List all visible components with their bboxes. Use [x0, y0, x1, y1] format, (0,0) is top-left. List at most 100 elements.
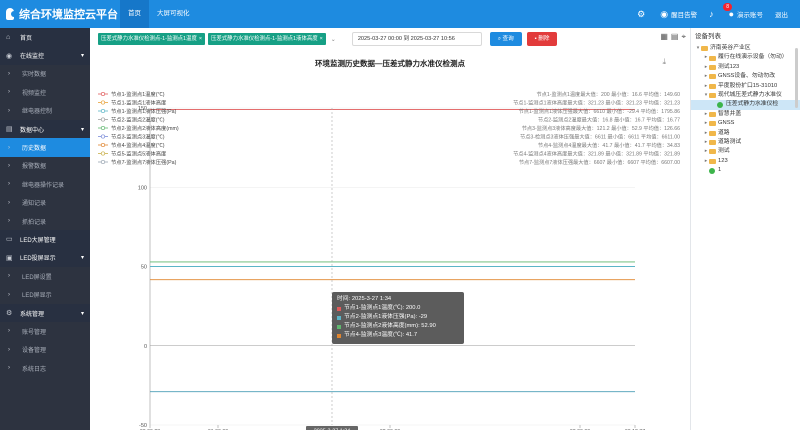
selected-tag[interactable]: 压差式静力水准仪检测点-1-监测点1温度 ×: [98, 33, 205, 45]
tooltip-row: 节点2-监测点1液体压强(Pa): -29: [337, 313, 459, 322]
selected-tag[interactable]: 压差式静力水准仪检测点-1-监测点1液体高度 ×: [208, 33, 326, 45]
chart-view-icon[interactable]: ▦: [660, 32, 668, 42]
history-chart[interactable]: -5005010015000:09:282025-03-2701:00:0020…: [90, 50, 690, 430]
app-logo[interactable]: 综合环境监控云平台: [0, 6, 118, 22]
sidebar-item[interactable]: › LED屏设置: [0, 267, 90, 285]
tree-node[interactable]: ▸ 平度股份扩口15-31010: [691, 82, 800, 91]
alarm-button[interactable]: ◉ 醒目告警: [660, 9, 697, 20]
tree-node-label: 平度股份扩口15-31010: [718, 82, 778, 89]
legend-swatch: [337, 315, 341, 320]
folder-icon: [709, 83, 716, 89]
monitor-icon: ◉: [6, 52, 13, 60]
stats-label: 节点1-监测点1液体高度最大值：321.23 最小值：321.23 平均值：32…: [513, 99, 680, 107]
legend-marker: [100, 117, 106, 122]
tree-node-label: 道路: [718, 129, 730, 136]
tree-node[interactable]: ▸ 123: [691, 157, 800, 166]
sidebar-item[interactable]: › 报警数据: [0, 157, 90, 175]
sidebar-item[interactable]: ⚙ 系统管理 ▾: [0, 303, 90, 323]
legend-label: 节点1-监测点1温度(℃): [111, 90, 165, 98]
chevron-down-icon: ▾: [80, 126, 84, 133]
legend-label: 节点1-监测点1液体高度: [111, 99, 167, 107]
logout-button[interactable]: 退出: [775, 9, 788, 19]
sidebar-item-label: 报警数据: [22, 164, 47, 171]
chevron-right-icon: ›: [8, 144, 10, 151]
stats-label: 节点4-监测点4液体高度最大值：321.89 最小值：321.89 平均值：32…: [513, 150, 680, 158]
top-nav-item[interactable]: 大屏可视化: [149, 0, 198, 28]
tree-node-label: 履行在线演示设备（勿动）: [718, 54, 788, 61]
legend-label: 节点5-监测点5液体高度: [111, 150, 167, 158]
notify-button[interactable]: ♪: [709, 9, 717, 19]
alarm-label: 醒目告警: [671, 12, 698, 19]
tree-node-label: 道路测试: [718, 138, 742, 145]
sidebar-item-label: 首页: [20, 35, 33, 42]
sidebar-item-label: LED屏显示: [22, 293, 52, 300]
sidebar-item[interactable]: › 历史数据: [0, 138, 90, 157]
query-button[interactable]: ⌕ 查询: [489, 32, 522, 46]
legend-marker: [100, 134, 106, 139]
close-icon[interactable]: ×: [199, 36, 202, 42]
tree-node[interactable]: ▸ 道路测试: [691, 138, 800, 147]
legend-marker: [100, 159, 106, 165]
sidebar-item[interactable]: › LED屏显示: [0, 285, 90, 303]
device-icon: [709, 167, 715, 174]
tree-node[interactable]: ▸ GNSS设备、勿动勿改: [691, 72, 800, 81]
close-icon[interactable]: ×: [320, 36, 323, 42]
sidebar-item[interactable]: › 通知记录: [0, 194, 90, 212]
chevron-right-icon: ›: [8, 273, 10, 280]
tree-node[interactable]: ▾ 现代城压差式静力水准仪: [691, 91, 800, 100]
tree-node[interactable]: ▾ 济南英谷产业区: [691, 44, 800, 53]
folder-icon: [701, 46, 708, 52]
delete-button[interactable]: ▪ 删除: [526, 32, 558, 46]
chevron-right-icon: ›: [8, 218, 10, 225]
sidebar-item[interactable]: ⌂ 首页: [0, 28, 90, 47]
sidebar-item[interactable]: ▤ 数据中心 ▾: [0, 119, 90, 139]
tag-label: 压差式静力水准仪检测点-1-监测点1液体高度: [211, 36, 318, 42]
sidebar-item[interactable]: › 视频监控: [0, 83, 90, 101]
sidebar-item[interactable]: › 设备管理: [0, 341, 90, 359]
sidebar-item[interactable]: ▣ LED投屏显示 ▾: [0, 248, 90, 268]
tree-node[interactable]: ▸ 智慧井盖: [691, 110, 800, 119]
top-nav-item[interactable]: 首页: [120, 0, 149, 28]
chevron-right-icon: ›: [8, 328, 10, 335]
y-tick-label: 0: [144, 344, 147, 350]
sidebar-item-label: 历史数据: [22, 146, 47, 153]
tree-node[interactable]: ▸ GNSS: [691, 119, 800, 128]
tree-node-label: 123: [718, 157, 728, 164]
cloud-icon: [6, 8, 17, 20]
gear-icon: ⚙: [637, 8, 646, 19]
sidebar-item[interactable]: ▭ LED大屏管理: [0, 230, 90, 249]
location-icon[interactable]: ⌖: [681, 32, 686, 42]
tree-node[interactable]: 1: [691, 166, 800, 175]
sidebar-item[interactable]: › 继电器操作记录: [0, 175, 90, 193]
user-menu[interactable]: ● 演示账号: [729, 9, 763, 19]
tree-node[interactable]: ▸ 测试: [691, 147, 800, 156]
sidebar-item[interactable]: › 实时数据: [0, 65, 90, 83]
legend-label: 节点7-监测点7液体压强(Pa): [111, 158, 177, 166]
tree-node[interactable]: ▸ 测试123: [691, 63, 800, 72]
sidebar-item[interactable]: ◉ 在线监控 ▾: [0, 46, 90, 65]
tree-node[interactable]: ▸ 履行在线演示设备（勿动）: [691, 53, 800, 62]
sidebar-item-label: 继电器控制: [22, 109, 53, 116]
device-panel-title: 设备列表: [695, 33, 721, 40]
tree-node-label: 现代城压差式静力水准仪: [718, 91, 782, 98]
sidebar-item[interactable]: › 系统日志: [0, 359, 90, 377]
sidebar-item-label: 系统日志: [22, 366, 47, 373]
settings-button[interactable]: ⚙: [637, 9, 648, 20]
tree-node-label: 1: [718, 167, 722, 174]
chevron-down-icon[interactable]: ⌄: [331, 36, 336, 43]
home-icon: ⌂: [6, 33, 11, 41]
sidebar-item[interactable]: › 抓拍记录: [0, 212, 90, 230]
sidebar-item[interactable]: › 继电器控制: [0, 102, 90, 120]
sidebar-item[interactable]: › 账号管理: [0, 322, 90, 340]
y-tick-label: 100: [138, 185, 147, 191]
date-range-input[interactable]: 2025-03-27 00:00 到 2025-03-27 10:56: [351, 32, 482, 46]
tooltip-row: 节点4-监测点3温度(℃): 41.7: [337, 331, 459, 340]
tree-node[interactable]: ▸ 道路: [691, 129, 800, 138]
scrollbar[interactable]: [795, 48, 798, 108]
legend-swatch: [337, 324, 341, 329]
table-view-icon[interactable]: ▤: [671, 32, 679, 42]
tooltip-row: 节点3-监测点2液体高度(mm): 52.90: [337, 322, 459, 331]
tree-node[interactable]: 压差式静力水准仪检: [691, 100, 800, 110]
legend-marker: [100, 100, 106, 105]
sidebar-item-label: 设备管理: [22, 348, 47, 355]
